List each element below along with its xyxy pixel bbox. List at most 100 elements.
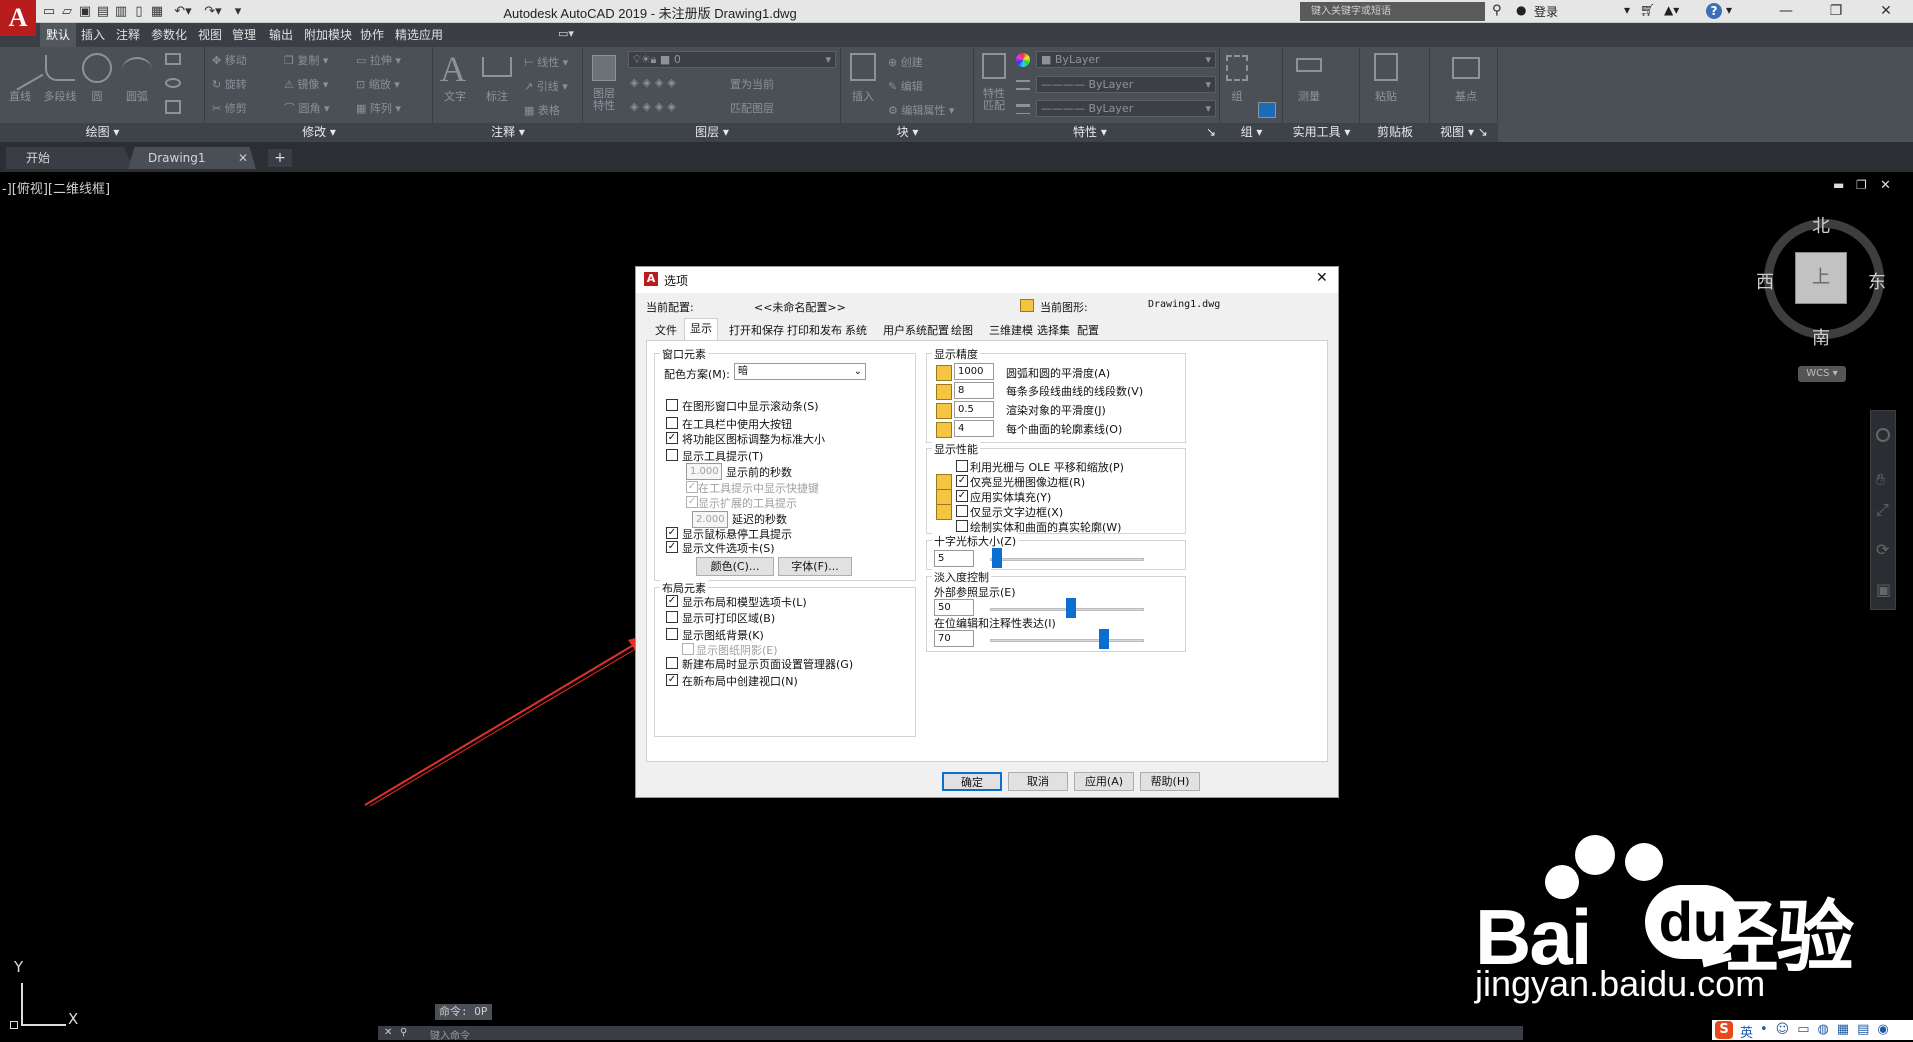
group-select-icon[interactable] bbox=[1258, 102, 1276, 118]
modify-tool-7[interactable]: ⊡ 缩放 ▾ bbox=[356, 76, 400, 91]
edit-attributes-button[interactable]: ⚙︎ 编辑属性 ▾ bbox=[888, 102, 954, 117]
options-tab-5[interactable]: 用户系统配置 bbox=[878, 321, 954, 340]
layer-properties-label[interactable]: 图层特性 bbox=[588, 88, 620, 112]
showmotion-icon[interactable]: ▣ bbox=[1876, 580, 1891, 599]
text-frame-checkbox[interactable] bbox=[956, 505, 968, 517]
modify-tool-6[interactable]: ▭ 拉伸 ▾ bbox=[356, 52, 401, 67]
cancel-button[interactable]: 取消 bbox=[1008, 772, 1068, 791]
modify-tool-5[interactable]: ⌒ 圆角 ▾ bbox=[284, 100, 330, 115]
lineweight-dropdown[interactable]: ———— ByLayer ▾ bbox=[1036, 100, 1216, 117]
modify-tool-0[interactable]: ✥ 移动 bbox=[212, 52, 247, 67]
minimize-button[interactable]: — bbox=[1765, 0, 1807, 23]
drawing1-tab[interactable]: Drawing1 bbox=[128, 147, 256, 169]
polyline-tool-label[interactable]: 多段线 bbox=[38, 88, 82, 104]
linetype-dropdown[interactable]: ———— ByLayer ▾ bbox=[1036, 76, 1216, 93]
xref-fade-slider-thumb[interactable] bbox=[1066, 598, 1077, 618]
color-dropdown[interactable]: ■ ByLayer ▾ bbox=[1036, 51, 1216, 68]
ribbon-tab-1[interactable]: 插入 bbox=[75, 23, 111, 47]
clipboard-panel-title[interactable]: 剪贴板 bbox=[1360, 123, 1430, 142]
ime-language-label[interactable]: 英 bbox=[1740, 1022, 1753, 1041]
arc-icon[interactable] bbox=[122, 57, 152, 83]
ribbon-tab-4[interactable]: 视图 bbox=[192, 23, 228, 47]
options-tab-6[interactable]: 绘图 bbox=[946, 321, 978, 340]
ribbon-tab-8[interactable]: 协作 bbox=[354, 23, 390, 47]
zoom-extents-icon[interactable]: ⤢ bbox=[1876, 500, 1889, 520]
inplace-fade-input[interactable]: 70 bbox=[934, 630, 974, 647]
ribbon-tab-6[interactable]: 输出 bbox=[263, 23, 299, 47]
inplace-fade-slider-track[interactable] bbox=[990, 639, 1144, 642]
modify-panel-title[interactable]: 修改 ▾ bbox=[205, 123, 433, 142]
ribbon-tab-5[interactable]: 管理 bbox=[226, 23, 262, 47]
dimension-tool-label[interactable]: 标注 bbox=[478, 88, 516, 104]
ime-tool-icons[interactable]: •☺︎▭◍▦▤◉ bbox=[1760, 1022, 1897, 1037]
shortcut-keys-checkbox[interactable]: ✓ bbox=[686, 481, 698, 493]
pline-segments-input[interactable]: 8 bbox=[954, 382, 994, 399]
create-block-button[interactable]: ⊕ 创建 bbox=[888, 54, 923, 69]
orbit-icon[interactable]: ⟳ bbox=[1876, 540, 1889, 559]
viewport-restore-icon[interactable]: ❐ bbox=[1856, 178, 1867, 192]
group-icon[interactable] bbox=[1226, 55, 1248, 81]
crosshair-input[interactable]: 5 bbox=[934, 550, 974, 567]
a360-icon[interactable]: ▲▾ bbox=[1664, 3, 1679, 17]
ribbon-tab-3[interactable]: 参数化 bbox=[145, 23, 193, 47]
apply-button[interactable]: 应用(A) bbox=[1074, 772, 1134, 791]
color-wheel-icon[interactable] bbox=[1016, 53, 1030, 67]
paper-bg-checkbox[interactable] bbox=[666, 628, 678, 640]
base-view-icon[interactable] bbox=[1452, 57, 1480, 79]
help-dropdown-icon[interactable]: ▾ bbox=[1726, 3, 1732, 17]
render-smooth-input[interactable]: 0.5 bbox=[954, 401, 994, 418]
wcs-menu[interactable]: WCS ▾ bbox=[1798, 366, 1846, 382]
large-buttons-checkbox[interactable] bbox=[666, 417, 678, 429]
inplace-fade-slider-thumb[interactable] bbox=[1098, 629, 1109, 649]
paste-tool-label[interactable]: 粘贴 bbox=[1370, 88, 1402, 104]
restore-button[interactable]: ❐ bbox=[1815, 0, 1857, 23]
table-button[interactable]: ▦ 表格 bbox=[524, 102, 560, 117]
layer-tools-row1[interactable]: ◈◈◈◈ bbox=[630, 76, 680, 90]
arc-smooth-input[interactable]: 1000 bbox=[954, 363, 994, 380]
color-scheme-select[interactable]: 暗 ⌄ bbox=[734, 363, 866, 380]
view-panel-title[interactable]: 视图 ▾ ↘ bbox=[1430, 123, 1498, 142]
ellipse-icon[interactable] bbox=[165, 78, 181, 88]
layer-properties-icon[interactable] bbox=[592, 55, 616, 81]
match-properties-icon[interactable] bbox=[982, 53, 1006, 79]
viewcube-south[interactable]: 南 bbox=[1812, 324, 1830, 350]
scrollbars-checkbox[interactable] bbox=[666, 399, 678, 411]
viewcube-west[interactable]: 西 bbox=[1756, 268, 1774, 294]
arc-tool-label[interactable]: 圆弧 bbox=[120, 88, 154, 104]
ribbon-tab-0[interactable]: 默认 bbox=[40, 23, 77, 47]
extended-tips-checkbox[interactable]: ✓ bbox=[686, 496, 698, 508]
viewcube-east[interactable]: 东 bbox=[1868, 268, 1886, 294]
highlight-raster-checkbox[interactable]: ✓ bbox=[956, 475, 968, 487]
viewport-close-icon[interactable]: ✕ bbox=[1880, 178, 1891, 193]
sign-in-link[interactable]: 登录 bbox=[1534, 3, 1558, 20]
start-tab[interactable]: 开始 bbox=[6, 147, 134, 169]
sogou-ime-icon[interactable]: S bbox=[1715, 1021, 1733, 1039]
viewport-minimize-icon[interactable]: ▬ bbox=[1833, 178, 1844, 192]
ribbon-tab-9[interactable]: 精选应用 bbox=[389, 23, 449, 47]
set-current-button[interactable]: 置为当前 bbox=[730, 76, 774, 91]
annotation-panel-title[interactable]: 注释 ▾ bbox=[433, 123, 583, 142]
insert-block-icon[interactable] bbox=[850, 53, 876, 81]
cart-icon[interactable]: 🛒︎ bbox=[1640, 3, 1655, 17]
options-tab-9[interactable]: 配置 bbox=[1072, 321, 1104, 340]
application-menu-button[interactable]: A bbox=[0, 0, 36, 36]
match-layer-button[interactable]: 匹配图层 bbox=[730, 100, 774, 115]
polyline-icon[interactable] bbox=[45, 55, 75, 81]
modify-tool-4[interactable]: ⚠︎ 镜像 ▾ bbox=[284, 76, 328, 91]
silhouettes-checkbox[interactable] bbox=[956, 520, 968, 532]
circle-tool-label[interactable]: 圆 bbox=[82, 88, 112, 104]
leader-button[interactable]: ↗ 引线 ▾ bbox=[524, 78, 568, 93]
dimension-icon[interactable] bbox=[482, 57, 512, 77]
help-icon[interactable]: ? bbox=[1706, 3, 1722, 19]
pan-icon[interactable]: ✋︎ bbox=[1876, 470, 1885, 490]
search-input[interactable]: 键入关键字或短语 bbox=[1305, 2, 1485, 21]
colors-button[interactable]: 颜色(C)... bbox=[696, 557, 774, 576]
text-tool-label[interactable]: 文字 bbox=[440, 88, 470, 104]
resize-icons-checkbox[interactable]: ✓ bbox=[666, 432, 678, 444]
viewcube-north[interactable]: 北 bbox=[1812, 212, 1830, 238]
edit-block-button[interactable]: ✎ 编辑 bbox=[888, 78, 923, 93]
new-tab-button[interactable]: + bbox=[268, 149, 292, 167]
circle-icon[interactable] bbox=[82, 53, 112, 83]
layout-tabs-checkbox[interactable]: ✓ bbox=[666, 595, 678, 607]
crosshair-slider-thumb[interactable] bbox=[992, 548, 1003, 568]
